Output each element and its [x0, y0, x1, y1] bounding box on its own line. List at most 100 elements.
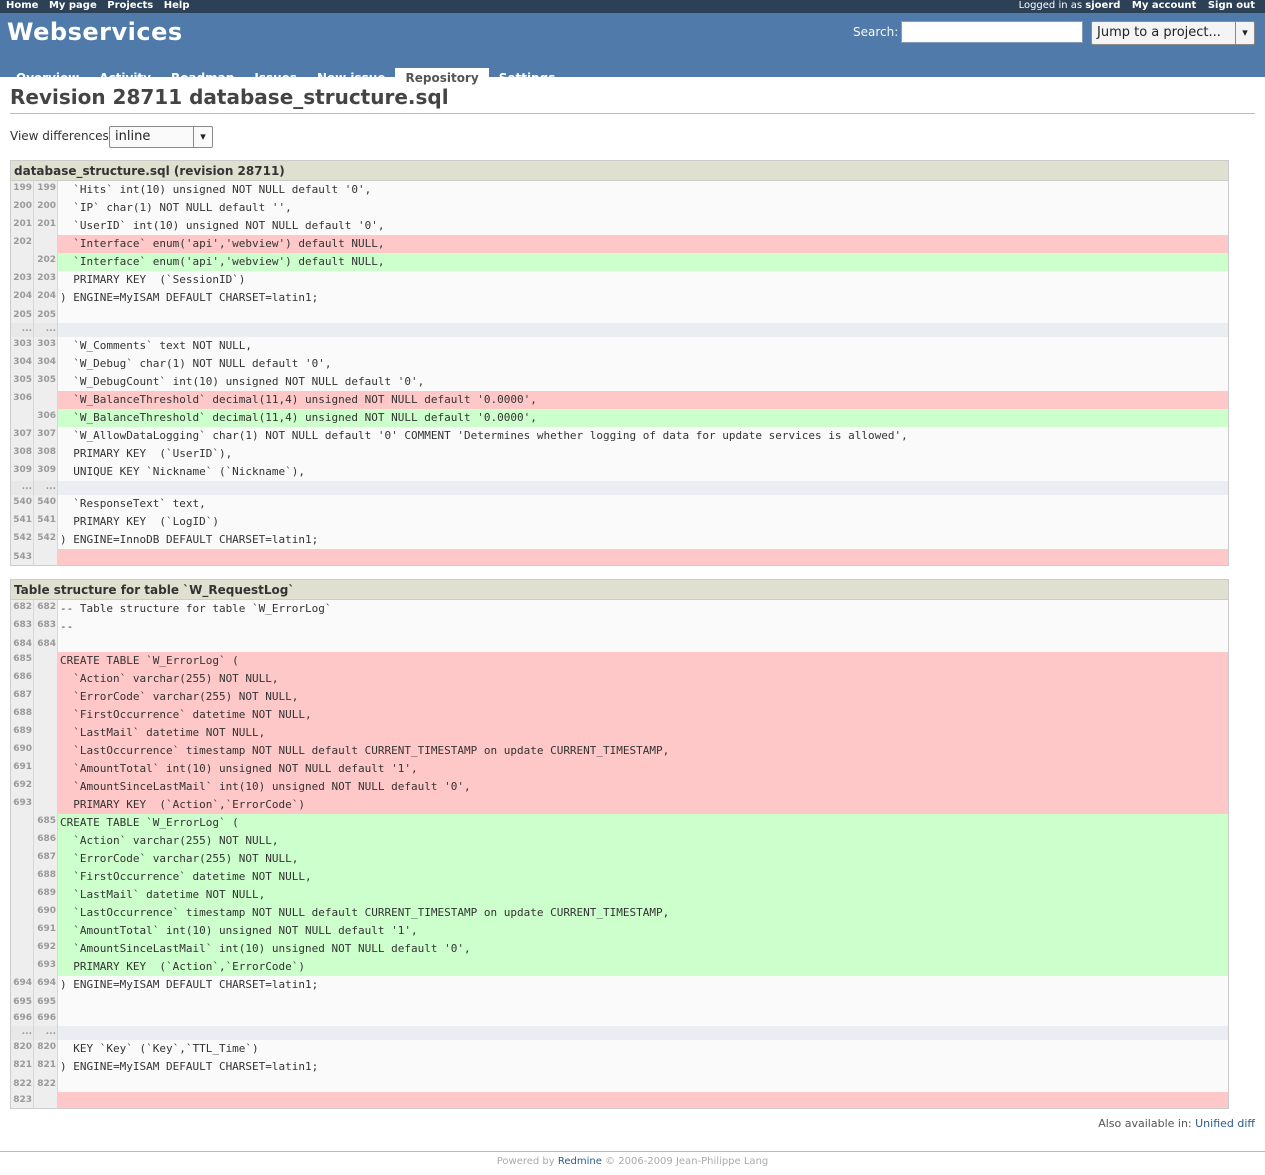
- new-line-number[interactable]: ...: [33, 481, 58, 495]
- project-jump-select[interactable]: Jump to a project... ▾: [1091, 21, 1255, 45]
- old-line-number[interactable]: 201: [10, 217, 34, 235]
- new-line-number[interactable]: ...: [33, 323, 58, 337]
- search-input[interactable]: [901, 21, 1083, 43]
- old-line-number[interactable]: 543: [10, 549, 34, 566]
- new-line-number[interactable]: 304: [33, 355, 58, 373]
- old-line-number[interactable]: ...: [10, 323, 34, 337]
- old-line-number[interactable]: 687: [10, 688, 34, 706]
- top-menu-help-link[interactable]: Help: [164, 0, 190, 11]
- new-line-number[interactable]: ...: [33, 1026, 58, 1040]
- new-line-number[interactable]: 689: [33, 886, 58, 904]
- old-line-number[interactable]: 307: [10, 427, 34, 445]
- old-line-number[interactable]: [10, 886, 34, 904]
- new-line-number[interactable]: [33, 549, 58, 566]
- old-line-number[interactable]: 822: [10, 1076, 34, 1092]
- new-line-number[interactable]: 684: [33, 636, 58, 652]
- old-line-number[interactable]: ...: [10, 481, 34, 495]
- new-line-number[interactable]: 305: [33, 373, 58, 391]
- new-line-number[interactable]: [33, 670, 58, 688]
- new-line-number[interactable]: 695: [33, 994, 58, 1010]
- old-line-number[interactable]: 306: [10, 391, 34, 409]
- new-line-number[interactable]: 694: [33, 976, 58, 994]
- new-line-number[interactable]: 541: [33, 513, 58, 531]
- old-line-number[interactable]: [10, 940, 34, 958]
- my-account-link[interactable]: My account: [1132, 0, 1196, 11]
- old-line-number[interactable]: 684: [10, 636, 34, 652]
- new-line-number[interactable]: 199: [33, 180, 58, 199]
- old-line-number[interactable]: 305: [10, 373, 34, 391]
- old-line-number[interactable]: 682: [10, 599, 34, 618]
- old-line-number[interactable]: 688: [10, 706, 34, 724]
- old-line-number[interactable]: 202: [10, 235, 34, 253]
- new-line-number[interactable]: 303: [33, 337, 58, 355]
- new-line-number[interactable]: 540: [33, 495, 58, 513]
- old-line-number[interactable]: [10, 253, 34, 271]
- old-line-number[interactable]: 696: [10, 1010, 34, 1026]
- new-line-number[interactable]: [33, 652, 58, 670]
- old-line-number[interactable]: 691: [10, 760, 34, 778]
- new-line-number[interactable]: [33, 742, 58, 760]
- old-line-number[interactable]: 823: [10, 1092, 34, 1109]
- new-line-number[interactable]: [33, 778, 58, 796]
- old-line-number[interactable]: 541: [10, 513, 34, 531]
- new-line-number[interactable]: 200: [33, 199, 58, 217]
- new-line-number[interactable]: 201: [33, 217, 58, 235]
- logged-user-name[interactable]: sjoerd: [1085, 0, 1120, 11]
- old-line-number[interactable]: 200: [10, 199, 34, 217]
- new-line-number[interactable]: [33, 235, 58, 253]
- new-line-number[interactable]: 821: [33, 1058, 58, 1076]
- old-line-number[interactable]: [10, 832, 34, 850]
- new-line-number[interactable]: [33, 391, 58, 409]
- top-menu-projects-link[interactable]: Projects: [107, 0, 153, 11]
- old-line-number[interactable]: 683: [10, 618, 34, 636]
- new-line-number[interactable]: 307: [33, 427, 58, 445]
- old-line-number[interactable]: 542: [10, 531, 34, 549]
- new-line-number[interactable]: [33, 724, 58, 742]
- old-line-number[interactable]: 199: [10, 180, 34, 199]
- old-line-number[interactable]: 693: [10, 796, 34, 814]
- old-line-number[interactable]: 308: [10, 445, 34, 463]
- new-line-number[interactable]: 203: [33, 271, 58, 289]
- old-line-number[interactable]: 304: [10, 355, 34, 373]
- new-line-number[interactable]: 204: [33, 289, 58, 307]
- old-line-number[interactable]: [10, 409, 34, 427]
- old-line-number[interactable]: 685: [10, 652, 34, 670]
- old-line-number[interactable]: [10, 868, 34, 886]
- old-line-number[interactable]: ...: [10, 1026, 34, 1040]
- old-line-number[interactable]: 689: [10, 724, 34, 742]
- sign-out-link[interactable]: Sign out: [1208, 0, 1255, 11]
- old-line-number[interactable]: 540: [10, 495, 34, 513]
- old-line-number[interactable]: [10, 850, 34, 868]
- old-line-number[interactable]: 695: [10, 994, 34, 1010]
- old-line-number[interactable]: 821: [10, 1058, 34, 1076]
- new-line-number[interactable]: 688: [33, 868, 58, 886]
- new-line-number[interactable]: 686: [33, 832, 58, 850]
- old-line-number[interactable]: [10, 958, 34, 976]
- new-line-number[interactable]: 202: [33, 253, 58, 271]
- new-line-number[interactable]: [33, 1092, 58, 1109]
- new-line-number[interactable]: 820: [33, 1040, 58, 1058]
- unified-diff-link[interactable]: Unified diff: [1195, 1117, 1255, 1130]
- new-line-number[interactable]: 691: [33, 922, 58, 940]
- old-line-number[interactable]: 203: [10, 271, 34, 289]
- new-line-number[interactable]: [33, 760, 58, 778]
- new-line-number[interactable]: 822: [33, 1076, 58, 1092]
- top-menu-home-link[interactable]: Home: [6, 0, 38, 11]
- new-line-number[interactable]: 308: [33, 445, 58, 463]
- old-line-number[interactable]: [10, 814, 34, 832]
- new-line-number[interactable]: 692: [33, 940, 58, 958]
- old-line-number[interactable]: 690: [10, 742, 34, 760]
- new-line-number[interactable]: [33, 796, 58, 814]
- top-menu-my-page-link[interactable]: My page: [49, 0, 97, 11]
- new-line-number[interactable]: 309: [33, 463, 58, 481]
- old-line-number[interactable]: [10, 922, 34, 940]
- new-line-number[interactable]: [33, 706, 58, 724]
- old-line-number[interactable]: 692: [10, 778, 34, 796]
- new-line-number[interactable]: 687: [33, 850, 58, 868]
- new-line-number[interactable]: 205: [33, 307, 58, 323]
- view-differences-select[interactable]: inline ▾: [109, 126, 213, 148]
- new-line-number[interactable]: 693: [33, 958, 58, 976]
- old-line-number[interactable]: 820: [10, 1040, 34, 1058]
- new-line-number[interactable]: [33, 688, 58, 706]
- new-line-number[interactable]: 696: [33, 1010, 58, 1026]
